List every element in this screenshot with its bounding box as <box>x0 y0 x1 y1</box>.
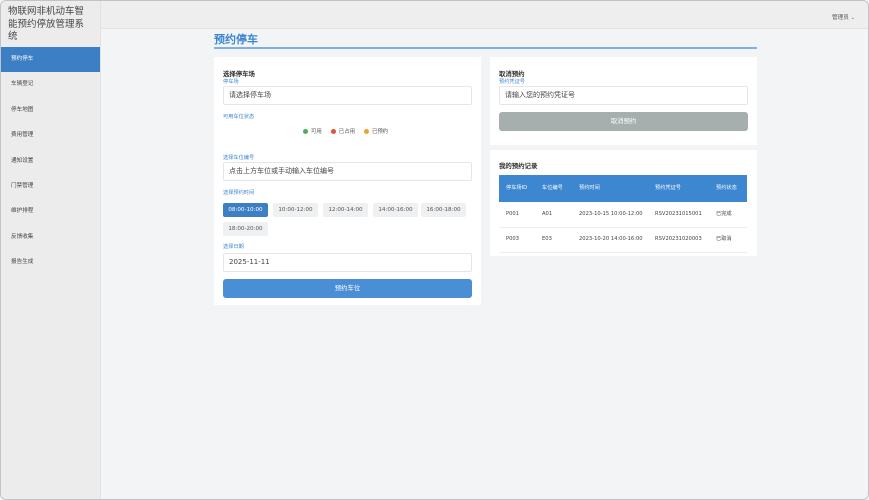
column-header: 预约时间 <box>572 175 648 202</box>
date-label: 选择日期 <box>223 244 244 250</box>
cell-time: 2023-10-15 10:00-12:00 <box>572 202 648 228</box>
time-slot-button[interactable]: 18:00-20:00 <box>223 222 268 236</box>
app-window: 物联网非机动车智 能预约停放管理系 统 预约停车 车辆登记 停车地图 费用管理 … <box>0 0 869 500</box>
cell-lot-id: P001 <box>499 202 535 228</box>
app-title-line: 统 <box>8 31 18 42</box>
cancel-section-title: 取消预约 <box>499 70 525 78</box>
cell-code: RSV20231015001 <box>648 202 709 228</box>
app-title-line: 能预约停放管理系 <box>8 18 85 30</box>
sidebar-item-notification-settings[interactable]: 通知设置 <box>1 149 100 174</box>
records-table: 停车场ID 车位编号 预约时间 预约凭证号 预约状态 P001 A01 2023… <box>499 175 747 253</box>
sidebar-item-maintenance-schedule[interactable]: 维护排程 <box>1 199 100 224</box>
top-bar: 管理员 ⌄ <box>101 1 868 29</box>
sidebar-item-vehicle-registration[interactable]: 车辆登记 <box>1 72 100 97</box>
time-slot-button[interactable]: 14:00-16:00 <box>373 203 418 217</box>
time-label: 选择预约时间 <box>223 190 255 196</box>
legend-label: 已占用 <box>338 129 355 135</box>
cell-status: 已取消 <box>709 227 747 253</box>
cancel-reservation-button[interactable]: 取消预约 <box>499 112 748 131</box>
status-legend: 可用 已占用 已预约 <box>303 127 388 135</box>
status-label: 可用车位状态 <box>223 114 255 120</box>
column-header: 预约状态 <box>709 175 747 202</box>
sidebar-item-reports[interactable]: 报告生成 <box>1 250 100 275</box>
space-number-input[interactable]: 点击上方车位或手动输入车位编号 <box>223 162 472 181</box>
occupied-dot-icon <box>330 128 336 134</box>
legend-available: 可用 <box>303 127 322 135</box>
sidebar-item-access-control[interactable]: 门禁管理 <box>1 174 100 199</box>
app-title-line: 物联网非机动车智 <box>8 6 85 17</box>
sidebar-item-parking-map[interactable]: 停车地图 <box>1 98 100 123</box>
date-input[interactable]: 2025-11-11 <box>223 253 472 272</box>
legend-occupied: 已占用 <box>330 127 355 135</box>
sidebar-item-fee-management[interactable]: 费用管理 <box>1 123 100 148</box>
chevron-down-icon: ⌄ <box>850 15 855 21</box>
table-row: P003 E03 2023-10-20 14:00-16:00 RSV20231… <box>499 227 747 253</box>
reservation-code-input[interactable]: 请输入您的预约凭证号 <box>499 86 748 105</box>
reserved-dot-icon <box>363 128 369 134</box>
user-menu-label: 管理员 <box>832 15 849 21</box>
table-header-row: 停车场ID 车位编号 预约时间 预约凭证号 预约状态 <box>499 175 747 202</box>
table-row: P001 A01 2023-10-15 10:00-12:00 RSV20231… <box>499 202 747 228</box>
cell-time: 2023-10-20 14:00-16:00 <box>572 227 648 253</box>
time-slot-button[interactable]: 08:00-10:00 <box>223 203 268 217</box>
app-title: 物联网非机动车智 能预约停放管理系 统 <box>1 1 100 47</box>
time-slot-button[interactable]: 16:00-18:00 <box>421 203 466 217</box>
cell-lot-id: P003 <box>499 227 535 253</box>
column-header: 预约凭证号 <box>648 175 709 202</box>
user-menu[interactable]: 管理员 ⌄ <box>832 13 855 21</box>
records-section-title: 我的预约记录 <box>499 162 538 170</box>
time-slot-button[interactable]: 12:00-14:00 <box>323 203 368 217</box>
sidebar-item-feedback[interactable]: 反馈收集 <box>1 225 100 250</box>
cell-space: A01 <box>535 202 572 228</box>
column-header: 车位编号 <box>535 175 572 202</box>
parking-lot-select[interactable]: 请选择停车场 <box>223 86 472 105</box>
title-divider <box>214 47 757 49</box>
lot-label: 停车场 <box>223 79 239 85</box>
time-slot-button[interactable]: 10:00-12:00 <box>273 203 318 217</box>
cell-code: RSV20231020003 <box>648 227 709 253</box>
legend-label: 可用 <box>311 129 322 135</box>
sidebar: 物联网非机动车智 能预约停放管理系 统 预约停车 车辆登记 停车地图 费用管理 … <box>1 1 101 499</box>
cell-status: 已完成 <box>709 202 747 228</box>
cell-space: E03 <box>535 227 572 253</box>
legend-reserved: 已预约 <box>363 127 389 135</box>
reserve-button[interactable]: 预约车位 <box>223 279 472 298</box>
sidebar-item-parking-reservation[interactable]: 预约停车 <box>1 47 100 73</box>
page-title: 预约停车 <box>214 33 258 46</box>
available-dot-icon <box>303 128 308 134</box>
column-header: 停车场ID <box>499 175 535 202</box>
booking-section-title: 选择停车场 <box>223 70 255 78</box>
space-label: 选择车位编号 <box>223 155 255 161</box>
legend-label: 已预约 <box>371 129 389 135</box>
code-label: 预约凭证号 <box>499 79 525 85</box>
